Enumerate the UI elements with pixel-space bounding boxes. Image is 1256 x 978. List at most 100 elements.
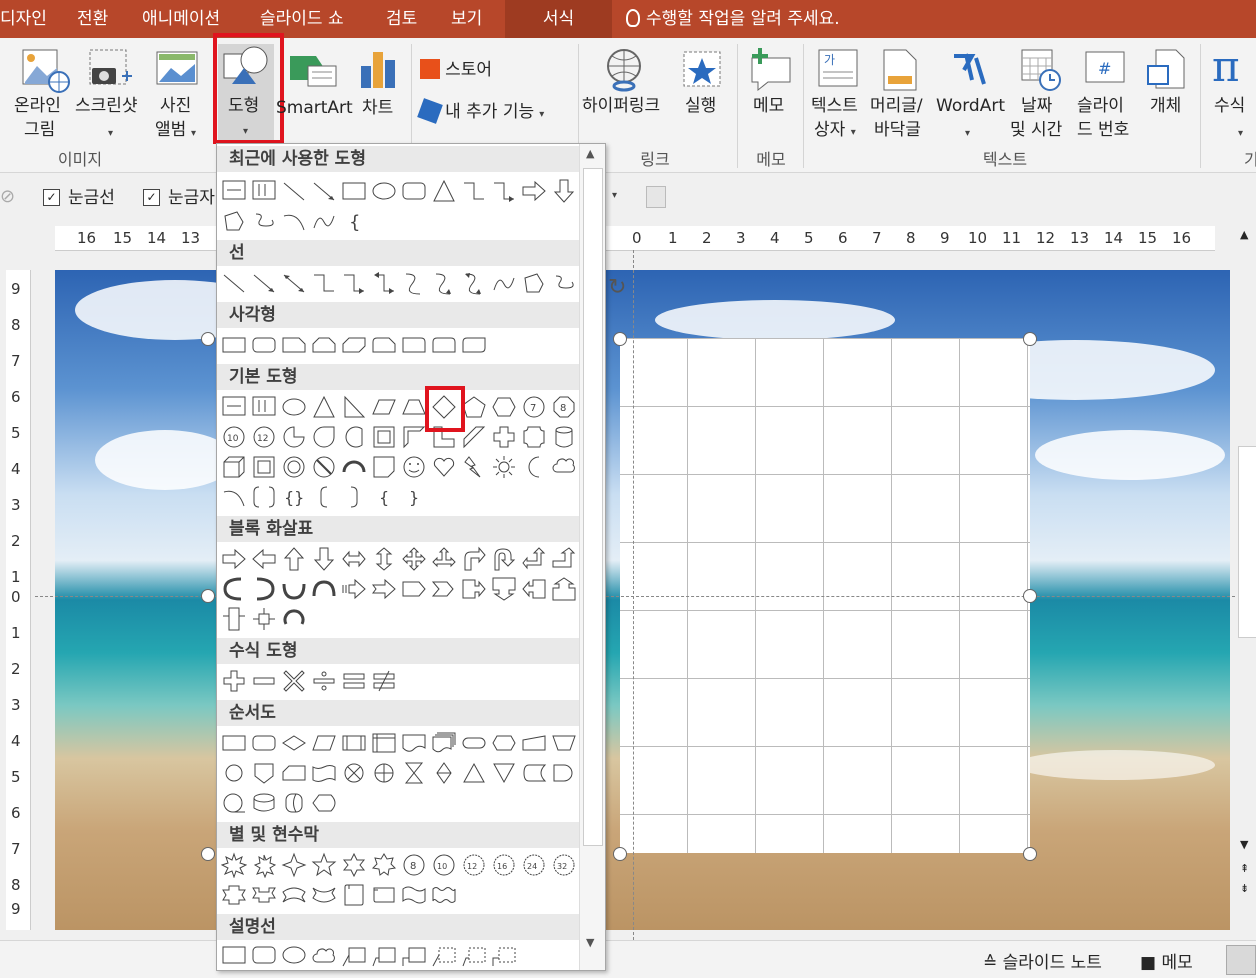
left-brace-shape-icon[interactable]: { <box>371 484 397 510</box>
flowchart-preparation-icon[interactable] <box>491 730 517 756</box>
curved-double-arrow-connector-shape-icon[interactable] <box>461 270 487 296</box>
gallery-scroll-down-icon[interactable]: ▼ <box>586 936 594 949</box>
quad-arrow-callout-shape-icon[interactable] <box>251 606 277 632</box>
flowchart-stored-data-icon[interactable] <box>521 760 547 786</box>
chevron-shape-icon[interactable] <box>431 576 457 602</box>
bent-up-arrow-shape-icon[interactable] <box>551 546 577 572</box>
rounded-rectangle-shape-icon[interactable] <box>251 332 277 358</box>
wave-shape-icon[interactable] <box>401 882 427 908</box>
double-brace-shape-icon[interactable]: {} <box>281 484 307 510</box>
scroll-down-icon[interactable]: ▼ <box>1240 838 1248 851</box>
flowchart-data-icon[interactable] <box>311 730 337 756</box>
flowchart-multidocument-icon[interactable] <box>431 730 457 756</box>
horizontal-guide[interactable] <box>35 596 1235 597</box>
star-8-point-shape-icon[interactable]: 8 <box>401 852 427 878</box>
object-button[interactable] <box>1144 46 1190 94</box>
not-equal-shape-icon[interactable] <box>371 668 397 694</box>
ribbon-down-shape-icon[interactable] <box>251 882 277 908</box>
resize-handle[interactable] <box>613 847 627 861</box>
flowchart-extract-icon[interactable] <box>461 760 487 786</box>
line-callout-accent-2-icon[interactable] <box>461 944 487 970</box>
oval-shape-icon[interactable] <box>371 178 397 204</box>
tab-view[interactable]: 보기 <box>451 0 482 38</box>
right-arrow-shape-icon[interactable] <box>521 178 547 204</box>
curved-down-arrow-shape-icon[interactable] <box>311 576 337 602</box>
folded-corner-shape-icon[interactable] <box>371 454 397 480</box>
prev-slide-icon[interactable]: ⇞ <box>1240 862 1249 875</box>
vertical-textbox-shape-icon[interactable] <box>251 394 277 420</box>
equal-shape-icon[interactable] <box>341 668 367 694</box>
explosion-1-shape-icon[interactable] <box>221 852 247 878</box>
left-right-up-arrow-shape-icon[interactable] <box>431 546 457 572</box>
textbox-shape-icon[interactable] <box>221 178 247 204</box>
round-same-side-rectangle-shape-icon[interactable] <box>431 332 457 358</box>
minus-shape-icon[interactable] <box>251 668 277 694</box>
vertical-textbox-shape-icon[interactable] <box>251 178 277 204</box>
vertical-scrollbar[interactable]: ▲ ▼ ⇞ ⇟ <box>1237 226 1256 936</box>
teardrop-shape-icon[interactable] <box>311 424 337 450</box>
photo-album-button[interactable] <box>153 46 203 94</box>
screenshot-button[interactable] <box>86 46 136 94</box>
down-arrow-callout-shape-icon[interactable] <box>491 576 517 602</box>
right-triangle-shape-icon[interactable] <box>341 394 367 420</box>
up-arrow-shape-icon[interactable] <box>281 546 307 572</box>
notched-right-arrow-shape-icon[interactable] <box>371 576 397 602</box>
star-5-point-shape-icon[interactable] <box>311 852 337 878</box>
freeform-shape-icon[interactable] <box>221 208 247 234</box>
line-callout-2-icon[interactable] <box>371 944 397 970</box>
resize-handle[interactable] <box>1023 332 1037 346</box>
line-callout-accent-icon[interactable] <box>431 944 457 970</box>
half-frame-shape-icon[interactable] <box>401 424 427 450</box>
tab-format[interactable]: 서식 <box>505 0 612 38</box>
online-picture-button[interactable] <box>15 46 75 94</box>
resize-handle[interactable] <box>1023 847 1037 861</box>
star-10-point-shape-icon[interactable]: 10 <box>431 852 457 878</box>
left-right-arrow-callout-shape-icon[interactable] <box>221 606 247 632</box>
curved-up-arrow-shape-icon[interactable] <box>281 576 307 602</box>
resize-handle[interactable] <box>201 332 215 346</box>
flowchart-display-icon[interactable] <box>311 790 337 816</box>
ribbon-up-shape-icon[interactable] <box>221 882 247 908</box>
chart-button[interactable] <box>357 48 401 94</box>
elbow-connector-shape-icon[interactable] <box>311 270 337 296</box>
block-arc-shape-icon[interactable] <box>341 454 367 480</box>
curved-arrow-connector-shape-icon[interactable] <box>431 270 457 296</box>
notes-button[interactable]: ≙ 슬라이드 노트 <box>983 948 1102 973</box>
line-callout-icon[interactable] <box>341 944 367 970</box>
tell-me-box[interactable]: 수행할 작업을 알려 주세요. <box>626 0 840 38</box>
heptagon-shape-icon[interactable]: 7 <box>521 394 547 420</box>
quad-arrow-shape-icon[interactable] <box>401 546 427 572</box>
up-down-arrow-shape-icon[interactable] <box>371 546 397 572</box>
line-shape-icon[interactable] <box>281 178 307 204</box>
left-brace-shape-icon[interactable]: { <box>341 208 367 234</box>
flowchart-sequential-access-storage-icon[interactable] <box>221 790 247 816</box>
star-7-point-shape-icon[interactable] <box>371 852 397 878</box>
star-6-point-shape-icon[interactable] <box>341 852 367 878</box>
line-shape-icon[interactable] <box>221 270 247 296</box>
rounded-rectangular-callout-icon[interactable] <box>251 944 277 970</box>
oval-callout-icon[interactable] <box>281 944 307 970</box>
rounded-rectangle-shape-icon[interactable] <box>401 178 427 204</box>
triangle-shape-icon[interactable] <box>431 178 457 204</box>
left-up-arrow-shape-icon[interactable] <box>521 546 547 572</box>
can-shape-icon[interactable] <box>551 424 577 450</box>
rectangular-callout-icon[interactable] <box>221 944 247 970</box>
curved-connector-shape-icon[interactable] <box>401 270 427 296</box>
flowchart-magnetic-disk-icon[interactable] <box>251 790 277 816</box>
heart-shape-icon[interactable] <box>431 454 457 480</box>
bevel-shape-icon[interactable] <box>251 454 277 480</box>
multiply-shape-icon[interactable] <box>281 668 307 694</box>
rectangle-shape-icon[interactable] <box>221 332 247 358</box>
plus-shape-icon[interactable] <box>221 668 247 694</box>
gallery-scroll-thumb[interactable] <box>583 168 603 846</box>
flowchart-internal-storage-icon[interactable] <box>371 730 397 756</box>
arrow-line-shape-icon[interactable] <box>311 178 337 204</box>
right-arrow-shape-icon[interactable] <box>221 546 247 572</box>
flowchart-predefined-process-icon[interactable] <box>341 730 367 756</box>
arrow-line-shape-icon[interactable] <box>251 270 277 296</box>
smartart-button[interactable] <box>286 48 340 94</box>
smiley-face-shape-icon[interactable] <box>401 454 427 480</box>
left-bracket-shape-icon[interactable] <box>311 484 337 510</box>
gallery-scroll-up-icon[interactable]: ▲ <box>586 147 594 160</box>
double-arrow-line-shape-icon[interactable] <box>281 270 307 296</box>
